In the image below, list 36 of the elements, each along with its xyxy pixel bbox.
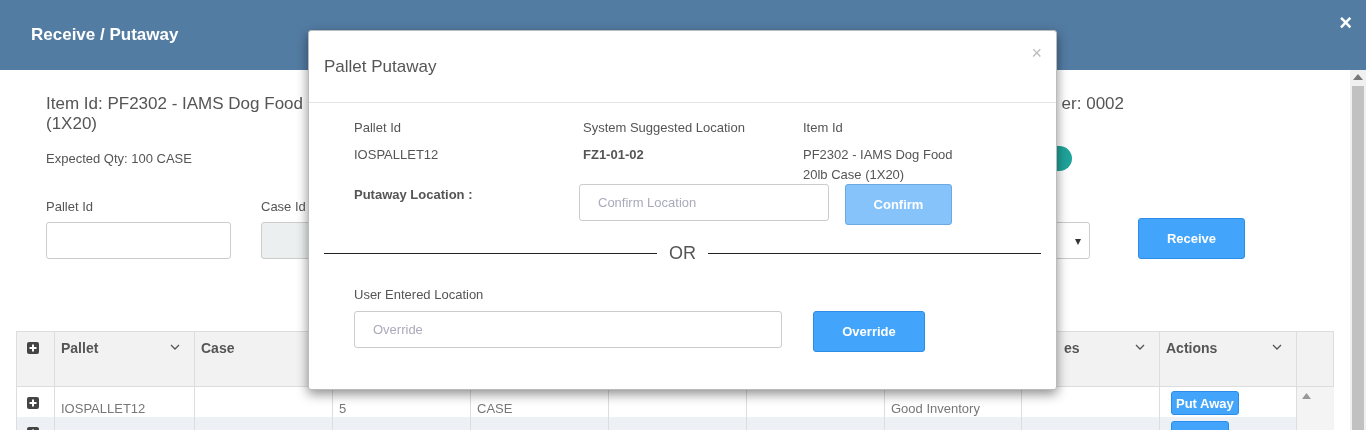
modal-title: Pallet Putaway — [324, 57, 437, 77]
column-header: Actions — [1166, 340, 1218, 356]
column-header: Pallet — [61, 340, 99, 356]
info-value: IOSPALLET12 — [354, 146, 440, 164]
info-label: System Suggested Location — [583, 120, 746, 135]
table-scrollbar[interactable] — [1297, 387, 1334, 417]
chevron-down-icon[interactable] — [170, 344, 180, 350]
info-label: Pallet Id — [354, 120, 402, 135]
page-title: Receive / Putaway — [31, 25, 179, 45]
receive-button[interactable]: Receive — [1138, 218, 1245, 259]
column-header: Case — [201, 340, 235, 356]
info-value: PF2302 - IAMS Dog Food 20lb Case (1X20) — [803, 146, 954, 184]
expand-icon[interactable] — [27, 342, 39, 354]
put-away-button[interactable]: Put Away — [1171, 391, 1239, 415]
override-button[interactable]: Override — [813, 311, 925, 352]
close-button[interactable]: × — [1031, 43, 1042, 64]
expected-qty: Expected Qty: 100 CASE — [46, 151, 192, 166]
close-button[interactable]: × — [1339, 10, 1352, 36]
field-label: Pallet Id — [46, 199, 94, 214]
expand-icon[interactable] — [27, 397, 39, 409]
column-header: es — [1064, 340, 1080, 356]
or-divider-text: OR — [669, 243, 696, 264]
item-heading: Item Id: PF2302 - IAMS Dog Food (1X20) — [46, 94, 303, 134]
field-label: User Entered Location — [354, 287, 484, 302]
field-label: Case Id — [261, 199, 307, 214]
info-value: FZ1-01-02 — [583, 146, 645, 164]
scroll-up-icon[interactable] — [1302, 393, 1311, 399]
input-field[interactable] — [46, 222, 231, 259]
field-label: Putaway Location : — [354, 187, 474, 202]
info-label: Item Id — [803, 120, 844, 135]
chevron-down-icon[interactable] — [1135, 344, 1145, 350]
override-input[interactable]: Override — [354, 311, 782, 348]
scroll-up-icon[interactable] — [1353, 74, 1363, 80]
chevron-down-icon[interactable] — [1272, 344, 1282, 350]
scrollbar[interactable] — [1350, 70, 1366, 430]
order-number: er: 0002 — [1061, 94, 1124, 115]
